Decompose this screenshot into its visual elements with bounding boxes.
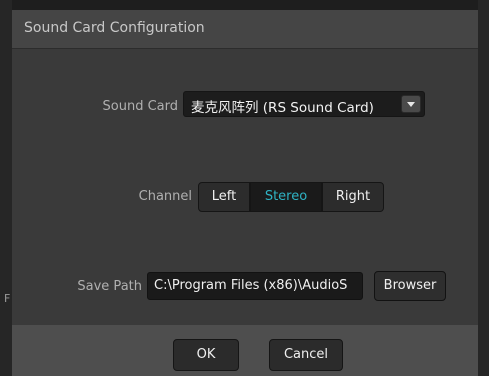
chevron-down-icon bbox=[407, 102, 415, 107]
save-path-value: C:\Program Files (x86)\AudioS bbox=[154, 278, 348, 293]
dialog-titlebar[interactable]: Sound Card Configuration bbox=[12, 10, 478, 49]
ok-button[interactable]: OK bbox=[173, 339, 239, 371]
sound-card-config-dialog: Sound Card Configuration Sound Card 麦克风阵… bbox=[12, 10, 478, 376]
sound-card-label: Sound Card bbox=[102, 99, 178, 114]
dialog-footer: OK Cancel bbox=[12, 325, 478, 376]
cancel-button[interactable]: Cancel bbox=[269, 339, 343, 371]
dropdown-arrow-button[interactable] bbox=[401, 95, 421, 113]
sound-card-selected-value: 麦克风阵列 (RS Sound Card) bbox=[191, 100, 374, 116]
sound-card-select[interactable]: 麦克风阵列 (RS Sound Card) bbox=[183, 91, 425, 117]
background-edge-text: F bbox=[4, 292, 11, 305]
dialog-body: Sound Card 麦克风阵列 (RS Sound Card) Channel… bbox=[12, 49, 478, 325]
channel-option-right[interactable]: Right bbox=[322, 182, 384, 212]
browse-button[interactable]: Browser bbox=[374, 271, 446, 301]
dialog-title: Sound Card Configuration bbox=[24, 20, 205, 36]
background-window-edge: F bbox=[0, 0, 12, 376]
channel-option-stereo[interactable]: Stereo bbox=[250, 182, 322, 212]
background-window-edge-right bbox=[478, 0, 489, 376]
channel-option-left[interactable]: Left bbox=[198, 182, 250, 212]
channel-label: Channel bbox=[138, 189, 192, 204]
save-path-label: Save Path bbox=[77, 279, 142, 294]
save-path-input[interactable]: C:\Program Files (x86)\AudioS bbox=[147, 272, 363, 300]
